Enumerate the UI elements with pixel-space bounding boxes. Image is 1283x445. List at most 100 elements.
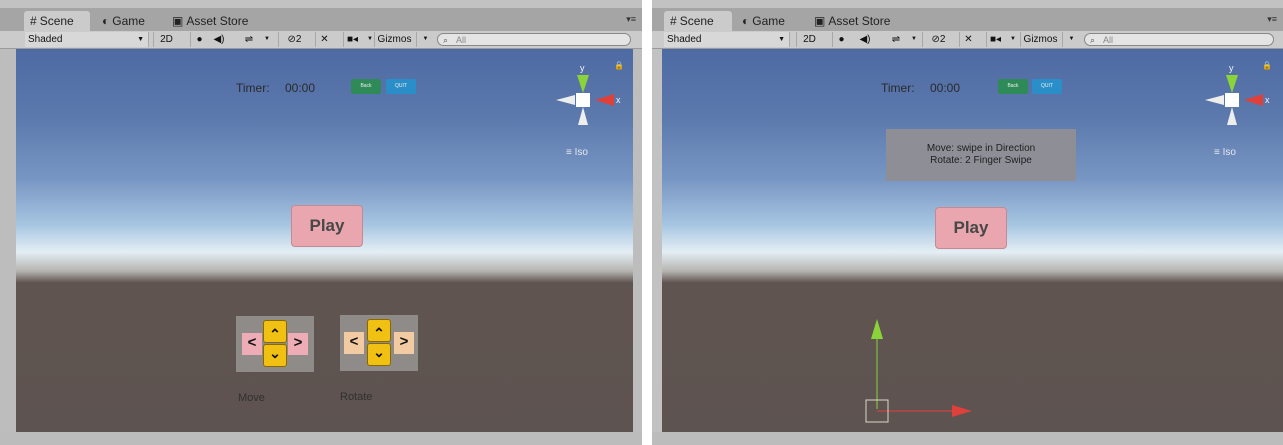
tab-scene[interactable]: # Scene	[664, 11, 732, 31]
move-tool-handle[interactable]	[852, 311, 982, 432]
rotate-left-button[interactable]: <	[344, 332, 364, 354]
search-input[interactable]: ⌕ All	[1084, 33, 1274, 46]
gizmo-x-axis	[595, 94, 614, 106]
gizmo-y-label: y	[1229, 63, 1234, 73]
scene-viewport[interactable]: y x 🔒 ≡ Iso Timer: 00:00 Back QUIT Move:…	[662, 49, 1283, 432]
hierarchy-edge	[0, 49, 16, 432]
handle-x-arrow	[952, 405, 972, 417]
move-controls: < > ⌃ ⌄	[236, 316, 314, 372]
orientation-gizmo[interactable]: y x	[1200, 61, 1280, 133]
shading-mode-dropdown[interactable]: Shaded ▼	[25, 32, 149, 47]
play-button[interactable]: Play	[291, 205, 363, 247]
scene-view-left: # Scene ◐ Game ▣ Asset Store ▾≡ Shaded ▼ 2D …	[0, 0, 642, 445]
eye-slash-icon: ⊘	[931, 34, 940, 45]
tab-bar: # Scene ◐ Game ▣ Asset Store ▾≡	[652, 8, 1283, 31]
move-right-button[interactable]: >	[288, 333, 308, 355]
move-down-button[interactable]: ⌄	[263, 344, 287, 367]
move-label: Move	[238, 392, 265, 404]
search-icon: ⌕	[1090, 35, 1096, 45]
2d-toggle-button[interactable]: 2D	[796, 32, 822, 47]
gizmos-dropdown[interactable]: Gizmos	[374, 32, 414, 47]
search-icon: ⌕	[443, 35, 449, 45]
status-bar	[652, 432, 1283, 445]
gizmo-x-label: x	[616, 95, 621, 105]
tab-asset-store[interactable]: ▣ Asset Store	[166, 11, 256, 31]
inspector-edge	[633, 49, 642, 432]
shading-mode-dropdown[interactable]: Shaded ▼	[664, 32, 790, 47]
rotate-up-button[interactable]: ⌃	[367, 319, 391, 342]
effects-dropdown-icon[interactable]: ▼	[905, 32, 923, 47]
instructions-move: Move: swipe in Direction	[926, 143, 1036, 154]
lighting-toggle-icon[interactable]: ●	[190, 32, 208, 47]
camera-icon[interactable]: ■◂	[343, 32, 361, 47]
gizmo-x-label: x	[1265, 95, 1270, 105]
camera-icon[interactable]: ■◂	[986, 32, 1004, 47]
back-button[interactable]: Back	[998, 79, 1028, 94]
move-left-button[interactable]: <	[242, 333, 262, 355]
back-button[interactable]: Back	[351, 79, 381, 94]
instructions-panel: Move: swipe in Direction Rotate: 2 Finge…	[886, 129, 1076, 181]
game-icon: ◐	[742, 14, 750, 28]
gizmo-neg-x-axis	[556, 95, 575, 105]
chevron-down-icon: ▼	[137, 36, 144, 43]
rotate-label: Rotate	[340, 391, 373, 403]
gizmo-neg-z-axis	[1227, 107, 1237, 125]
instructions-rotate: Rotate: 2 Finger Swipe	[930, 155, 1032, 166]
rotate-down-button[interactable]: ⌄	[367, 343, 391, 366]
timer-label: Timer:	[236, 81, 270, 95]
gizmos-chevron-icon[interactable]: ▼	[416, 32, 434, 47]
tab-menu-icon[interactable]: ▾≡	[1267, 14, 1277, 25]
scene-toolbar: Shaded ▼ 2D ● ◀) ⇌ ▼ ⊘2 ✕ ■◂ ▼ Gizmos ▼ ⌕…	[0, 31, 642, 49]
tab-menu-icon[interactable]: ▾≡	[626, 14, 636, 25]
scene-viewport[interactable]: y x 🔒 ≡ Iso Timer: 00:00 Back QUIT Play …	[16, 49, 633, 432]
effects-toggle-icon[interactable]: ⇌	[887, 32, 905, 47]
projection-label[interactable]: ≡ Iso	[1214, 147, 1236, 158]
quit-button[interactable]: QUIT	[1032, 79, 1062, 94]
effects-toggle-icon[interactable]: ⇌	[240, 32, 258, 47]
timer-value: 00:00	[930, 81, 961, 95]
lock-icon[interactable]: 🔒	[1262, 61, 1272, 70]
orientation-gizmo[interactable]: y x	[551, 61, 631, 133]
tools-icon[interactable]: ✕	[315, 32, 333, 47]
tab-game[interactable]: ◐ Game	[96, 11, 158, 31]
search-input[interactable]: ⌕ All	[437, 33, 631, 46]
eye-slash-icon: ⊘	[287, 34, 296, 45]
scene-view-right: # Scene ◐ Game ▣ Asset Store ▾≡ Shaded ▼ 2D …	[652, 0, 1283, 445]
gizmos-dropdown[interactable]: Gizmos	[1020, 32, 1060, 47]
gizmo-neg-z-axis	[578, 107, 588, 125]
gizmo-y-label: y	[580, 63, 585, 73]
scene-toolbar: Shaded ▼ 2D ● ◀) ⇌ ▼ ⊘2 ✕ ■◂ ▼ Gizmos ▼ ⌕…	[652, 31, 1283, 49]
gizmo-x-axis	[1244, 94, 1263, 106]
tools-icon[interactable]: ✕	[959, 32, 977, 47]
audio-toggle-icon[interactable]: ◀)	[856, 32, 874, 47]
tab-asset-store[interactable]: ▣ Asset Store	[808, 11, 898, 31]
2d-toggle-button[interactable]: 2D	[153, 32, 179, 47]
quit-button[interactable]: QUIT	[386, 79, 416, 94]
gizmo-center-cube	[576, 93, 590, 107]
hidden-objects-toggle[interactable]: ⊘2	[922, 32, 954, 47]
projection-label[interactable]: ≡ Iso	[566, 147, 588, 158]
tab-game[interactable]: ◐ Game	[736, 11, 798, 31]
hidden-objects-toggle[interactable]: ⊘2	[278, 32, 310, 47]
handle-y-arrow	[871, 319, 883, 339]
gizmos-chevron-icon[interactable]: ▼	[1062, 32, 1080, 47]
tab-bar: # Scene ◐ Game ▣ Asset Store ▾≡	[0, 8, 642, 31]
chevron-down-icon: ▼	[778, 36, 785, 43]
scene-icon: #	[30, 14, 37, 28]
timer-label: Timer:	[881, 81, 915, 95]
gizmo-center-cube	[1225, 93, 1239, 107]
rotate-right-button[interactable]: >	[394, 332, 414, 354]
asset-store-icon: ▣	[814, 14, 826, 28]
lighting-toggle-icon[interactable]: ●	[832, 32, 850, 47]
play-button[interactable]: Play	[935, 207, 1007, 249]
lock-icon[interactable]: 🔒	[614, 61, 624, 70]
scene-icon: #	[670, 14, 677, 28]
move-up-button[interactable]: ⌃	[263, 320, 287, 343]
rotate-controls: < > ⌃ ⌄	[340, 315, 418, 371]
gizmo-neg-x-axis	[1205, 95, 1224, 105]
tab-scene[interactable]: # Scene	[24, 11, 90, 31]
game-icon: ◐	[102, 14, 110, 28]
audio-toggle-icon[interactable]: ◀)	[210, 32, 228, 47]
timer-value: 00:00	[285, 81, 316, 95]
effects-dropdown-icon[interactable]: ▼	[258, 32, 276, 47]
